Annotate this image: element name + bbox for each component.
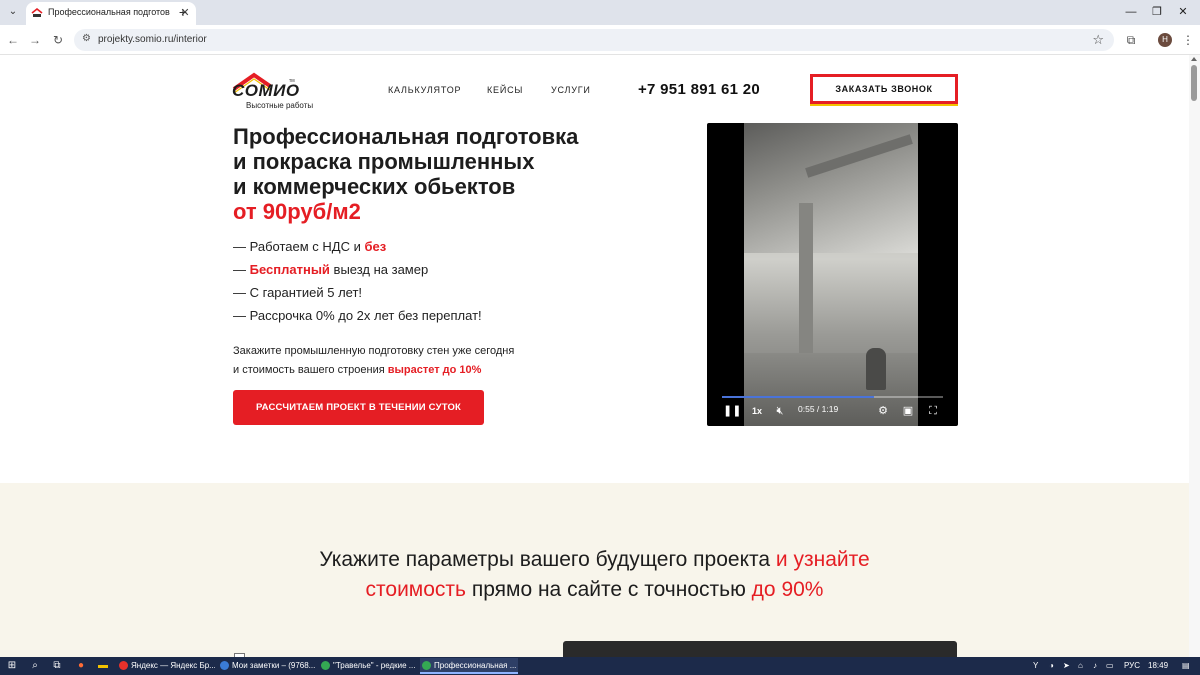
calculator-heading: Укажите параметры вашего будущего проект… (319, 548, 870, 601)
pip-icon[interactable]: ▣ (901, 403, 915, 419)
calculator-image (563, 641, 957, 657)
app-icon (422, 661, 431, 670)
network-icon[interactable]: ⌂ (1078, 660, 1083, 672)
taskbar-app[interactable]: "Травелье" - редкие ... (319, 658, 417, 674)
hero-price: от 90руб/м2 (233, 199, 361, 224)
browser-menu-icon[interactable]: ⋮ (1180, 32, 1196, 48)
tab-bar: ⌄ Профессиональная подготов ✕ + — ❐ ✕ (0, 0, 1200, 25)
restore-icon[interactable]: ❐ (1149, 4, 1165, 20)
scroll-thumb[interactable] (1191, 65, 1197, 101)
hero-title-line: Профессиональная подготовка (233, 124, 579, 149)
page-scrollbar[interactable] (1189, 55, 1200, 657)
benefit-item: — Работаем с НДС и без (233, 239, 387, 254)
video-floor-shape (744, 353, 918, 426)
scroll-up-arrow-icon[interactable] (1191, 57, 1197, 61)
desc-highlight: вырастет до 10% (387, 364, 482, 376)
logo-wordmark: СОМИО (232, 81, 300, 100)
calculate-project-button[interactable]: РАССЧИТАЕМ ПРОЕКТ В ТЕЧЕНИИ СУТОК (233, 390, 484, 425)
pause-icon[interactable]: ❚❚ (723, 403, 741, 419)
taskbar-app[interactable]: Мои заметки – (9768... (218, 658, 316, 674)
benefits-list: — Работаем с НДС и без — Бесплатный выез… (233, 239, 482, 331)
desc-line-1: Закажите промышленную подготовку стен уж… (233, 345, 515, 357)
tray-app-icon[interactable]: ◑ (1049, 660, 1054, 672)
somio-favicon-icon (31, 8, 43, 17)
calculator-section: Укажите параметры вашего будущего проект… (0, 483, 1189, 657)
volume-icon[interactable]: ♪ (1093, 660, 1097, 672)
hero-title-line: и коммерческих обьектов (233, 174, 516, 199)
logo-subtitle: Высотные работы (246, 101, 314, 110)
hero-description: Закажите промышленную подготовку стен уж… (233, 342, 613, 380)
nav-link-cases[interactable]: КЕЙСЫ (487, 85, 523, 95)
hero-title-line: и покраска промышленных (233, 149, 535, 174)
profile-avatar[interactable]: Н (1158, 33, 1172, 47)
notifications-icon[interactable]: ▤ (1182, 660, 1190, 672)
file-explorer-icon[interactable]: ▬ (97, 660, 109, 672)
clock[interactable]: 18:49 (1148, 660, 1168, 672)
phone-number[interactable]: +7 951 891 61 20 (638, 81, 760, 98)
forward-icon[interactable]: → (26, 31, 44, 49)
app-icon (119, 661, 128, 670)
yandex-browser-icon[interactable]: ● (75, 660, 87, 672)
search-icon[interactable]: ⌕ (29, 660, 41, 672)
video-player[interactable]: ❚❚ 1x 🔇︎ 0:55 / 1:19 ⚙ ▣ ⛶ (707, 123, 958, 426)
browser-tab[interactable]: Профессиональная подготов ✕ (26, 2, 196, 25)
url-text: projekty.somio.ru/interior (98, 34, 207, 45)
back-icon[interactable]: ← (4, 31, 22, 49)
close-window-icon[interactable]: ✕ (1175, 4, 1191, 20)
app-icon (321, 661, 330, 670)
windows-start-icon[interactable]: ⊞ (6, 660, 18, 672)
yandex-tray-icon[interactable]: Y (1033, 660, 1038, 672)
minimize-icon[interactable]: — (1123, 4, 1139, 20)
taskbar-app[interactable]: Яндекс — Яндекс Бр... (117, 658, 215, 674)
video-frame (744, 123, 918, 426)
desc-line-2: и стоимость вашего строения (233, 364, 388, 376)
browser-toolbar: ← → ↻ ⚙ projekty.somio.ru/interior ☆ ⧉ Н… (0, 25, 1200, 55)
bookmark-star-icon[interactable]: ☆ (1092, 32, 1104, 48)
os-taskbar: ⊞ ⌕ ⧉ ● ▬ Яндекс — Яндекс Бр... Мои заме… (0, 657, 1200, 675)
fullscreen-icon[interactable]: ⛶ (926, 403, 940, 419)
benefit-item: — Бесплатный выезд на замер (233, 262, 429, 277)
extensions-icon[interactable]: ⧉ (1123, 32, 1139, 48)
order-call-button[interactable]: ЗАКАЗАТЬ ЗВОНОК (810, 74, 958, 104)
video-worker-shape (866, 348, 886, 390)
hero-title: Профессиональная подготовка и покраска п… (233, 124, 653, 224)
video-progress-bar[interactable] (722, 396, 943, 398)
benefit-item: — С гарантией 5 лет! (233, 285, 363, 300)
telegram-icon[interactable]: ➤ (1063, 660, 1070, 672)
nav-link-calculator[interactable]: КАЛЬКУЛЯТОР (388, 85, 461, 95)
task-view-icon[interactable]: ⧉ (51, 660, 63, 672)
video-time: 0:55 / 1:19 (798, 404, 839, 414)
page-viewport: СОМИО тм Высотные работы КАЛЬКУЛЯТОР КЕЙ… (0, 55, 1189, 657)
new-tab-button[interactable]: + (176, 4, 190, 20)
video-progress-fill (722, 396, 875, 398)
playback-speed-button[interactable]: 1x (750, 403, 764, 419)
battery-icon[interactable]: ▭ (1106, 660, 1114, 672)
logo-trademark: тм (289, 78, 295, 84)
reload-icon[interactable]: ↻ (49, 31, 67, 49)
nav-link-services[interactable]: УСЛУГИ (551, 85, 591, 95)
settings-icon[interactable]: ⚙ (876, 403, 890, 419)
taskbar-app-active[interactable]: Профессиональная ... (420, 658, 518, 674)
app-icon (220, 661, 229, 670)
benefit-item: — Рассрочка 0% до 2х лет без переплат! (233, 308, 482, 323)
language-indicator[interactable]: РУС (1124, 660, 1140, 672)
site-info-icon[interactable]: ⚙ (82, 33, 91, 44)
tab-search-icon[interactable]: ⌄ (5, 4, 21, 20)
address-bar[interactable]: ⚙ projekty.somio.ru/interior ☆ (74, 29, 1114, 51)
mute-icon[interactable]: 🔇︎ (773, 403, 787, 419)
tab-title: Профессиональная подготов (48, 7, 170, 17)
